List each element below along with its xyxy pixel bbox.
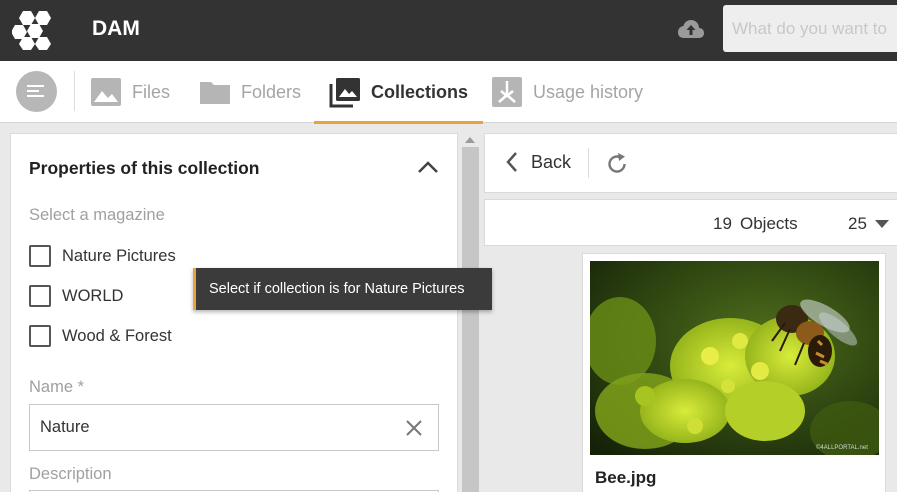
scrollbar[interactable]	[462, 133, 479, 492]
back-label: Back	[531, 151, 572, 172]
collections-icon	[329, 78, 360, 108]
tab-label: Folders	[241, 81, 302, 102]
back-button[interactable]: Back	[505, 151, 571, 173]
panel-title: Properties of this collection	[29, 158, 260, 178]
tooltip: Select if collection is for Nature Pictu…	[193, 268, 492, 310]
collection-toolbar: Back	[484, 133, 897, 193]
tab-label: Collections	[371, 81, 469, 102]
chevron-up-icon[interactable]	[417, 160, 439, 174]
refresh-icon[interactable]	[605, 152, 629, 176]
name-input[interactable]	[30, 405, 390, 450]
cloud-upload-icon[interactable]	[677, 18, 705, 42]
tab-files[interactable]: Files	[90, 61, 170, 123]
chevron-left-icon	[506, 152, 517, 172]
scroll-up-icon[interactable]	[465, 137, 475, 143]
menu-button[interactable]	[16, 71, 57, 112]
magazine-option-wood-forest[interactable]: Wood & Forest	[29, 325, 172, 347]
top-bar: DAM	[0, 0, 897, 61]
asset-thumbnail[interactable]: ©4ALLPORTAL.net	[590, 261, 879, 455]
checkbox[interactable]	[29, 325, 51, 347]
image-icon	[91, 78, 121, 106]
name-field[interactable]	[29, 404, 439, 451]
properties-panel: Properties of this collection Select a m…	[10, 133, 458, 492]
usage-history-icon	[492, 77, 522, 107]
object-count-label: Objects	[740, 214, 798, 233]
magazine-option-nature-pictures[interactable]: Nature Pictures	[29, 245, 176, 267]
tab-label: Files	[132, 81, 171, 102]
checkbox-label: Nature Pictures	[62, 246, 176, 265]
magazine-label: Select a magazine	[29, 206, 165, 224]
page-size-select[interactable]: 25	[848, 214, 889, 234]
watermark-text: ©4ALLPORTAL.net	[816, 444, 868, 451]
tab-folders[interactable]: Folders	[199, 61, 301, 123]
checkbox-label: Wood & Forest	[62, 326, 172, 345]
object-count: 19	[713, 214, 732, 233]
results-bar: 19 Objects 25	[484, 199, 897, 246]
asset-card[interactable]: ©4ALLPORTAL.net Bee.jpg	[582, 253, 886, 492]
asset-name: Bee.jpg	[595, 468, 657, 487]
menu-line-icon	[27, 95, 44, 97]
page-size-value: 25	[848, 214, 867, 233]
description-label: Description	[29, 465, 112, 483]
menu-line-icon	[27, 85, 44, 87]
checkbox[interactable]	[29, 245, 51, 267]
toolbar-divider	[588, 148, 589, 178]
magazine-option-world[interactable]: WORLD	[29, 285, 123, 307]
checkbox-label: WORLD	[62, 286, 124, 305]
close-icon[interactable]	[404, 418, 424, 438]
folder-icon	[200, 82, 230, 104]
checkbox[interactable]	[29, 285, 51, 307]
tab-collections[interactable]: Collections	[313, 61, 484, 124]
search-input[interactable]	[723, 5, 897, 52]
tab-usage-history[interactable]: Usage history	[491, 61, 643, 123]
tab-divider	[74, 71, 75, 111]
bee-photo-image: ©4ALLPORTAL.net	[590, 261, 879, 455]
tooltip-text: Select if collection is for Nature Pictu…	[209, 281, 465, 297]
caret-down-icon	[874, 220, 889, 228]
menu-line-icon	[27, 90, 39, 92]
app-title: DAM	[92, 17, 140, 40]
tab-label: Usage history	[533, 81, 644, 102]
scrollbar-thumb[interactable]	[462, 147, 479, 492]
search-box[interactable]	[723, 5, 897, 52]
name-label: Name *	[29, 378, 85, 396]
tab-bar: Files Folders Collections Usage history	[0, 61, 897, 124]
logo-icon[interactable]	[12, 10, 56, 50]
